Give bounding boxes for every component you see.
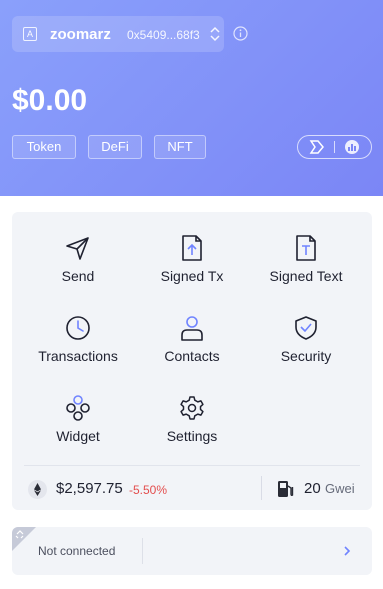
dapp-connection-bar[interactable]: Not connected: [12, 527, 372, 575]
switcher-divider: [334, 141, 335, 153]
shield-check-icon: [295, 316, 317, 340]
view-switcher[interactable]: [297, 135, 372, 159]
contacts-icon: [181, 316, 203, 341]
account-name: zoomarz: [50, 26, 111, 43]
clock-icon: [66, 316, 90, 340]
chart-icon[interactable]: [344, 139, 360, 155]
signed-tx-label: Signed Tx: [160, 268, 224, 284]
widget-label: Widget: [56, 428, 100, 444]
send-label: Send: [61, 268, 95, 284]
panel-divider: [24, 465, 360, 466]
contacts-label: Contacts: [164, 348, 220, 364]
signed-tx-button[interactable]: Signed Tx: [135, 235, 249, 305]
gas-price-unit: Gwei: [325, 481, 355, 496]
send-icon: [66, 237, 89, 260]
chain-logo-icon[interactable]: [309, 139, 325, 155]
connection-status: Not connected: [38, 544, 116, 558]
gas-pump-icon: [278, 481, 294, 497]
widget-icon: [66, 395, 90, 421]
transactions-button[interactable]: Transactions: [21, 315, 135, 385]
wallet-header: A zoomarz 0x5409...68f3 $0.00 Token DeFi…: [0, 0, 383, 196]
security-label: Security: [280, 348, 332, 364]
eth-price: $2,597.75: [56, 480, 123, 497]
tab-defi[interactable]: DeFi: [88, 135, 142, 159]
signed-text-label: Signed Text: [269, 268, 343, 284]
account-selector[interactable]: A zoomarz 0x5409...68f3: [12, 16, 224, 52]
send-button[interactable]: Send: [21, 235, 135, 305]
widget-button[interactable]: Widget: [21, 395, 135, 465]
signed-text-icon: [296, 235, 316, 261]
transactions-label: Transactions: [38, 348, 118, 364]
eth-price-change: -5.50%: [129, 483, 168, 497]
link-broken-icon: [15, 530, 24, 539]
connection-divider: [142, 538, 143, 564]
account-avatar-icon: A: [23, 27, 37, 41]
tab-nft[interactable]: NFT: [154, 135, 206, 159]
account-address: 0x5409...68f3: [127, 28, 200, 42]
settings-gear-icon: [180, 396, 204, 420]
gas-price-value: 20: [304, 480, 321, 497]
tab-token[interactable]: Token: [12, 135, 76, 159]
market-divider: [261, 476, 262, 500]
signed-tx-icon: [182, 235, 202, 261]
info-icon[interactable]: [233, 26, 248, 41]
ethereum-icon: [28, 480, 47, 499]
signed-text-button[interactable]: Signed Text: [249, 235, 363, 305]
chevron-right-icon[interactable]: [342, 544, 352, 558]
dashboard-panel: Send Signed Tx Signed Text Transactions …: [12, 212, 372, 510]
contacts-button[interactable]: Contacts: [135, 315, 249, 385]
total-balance: $0.00: [12, 84, 88, 117]
settings-button[interactable]: Settings: [135, 395, 249, 465]
security-button[interactable]: Security: [249, 315, 363, 385]
chevron-up-down-icon: [210, 26, 220, 42]
settings-label: Settings: [166, 428, 218, 444]
